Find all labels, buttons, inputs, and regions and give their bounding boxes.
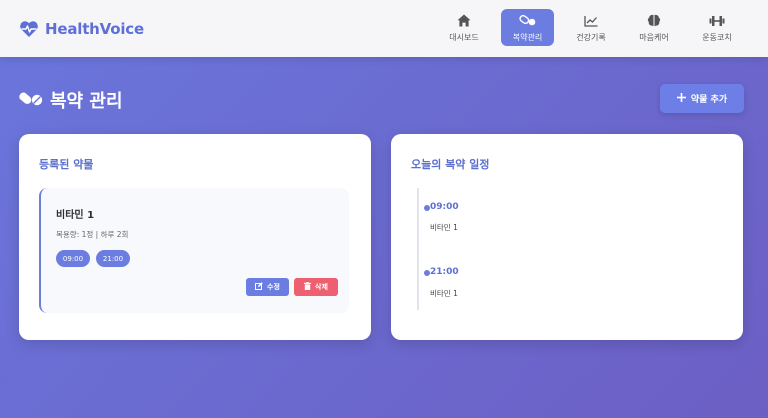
add-medication-label: 약물 추가 (690, 95, 728, 105)
edit-medication-button[interactable]: 수정 (246, 278, 289, 296)
nav-item-label: 운동코치 (702, 32, 732, 42)
schedule-time: 21:00 (430, 267, 459, 277)
schedule-time: 09:00 (430, 202, 459, 212)
dose-time-badge: 21:00 (96, 250, 130, 267)
delete-medication-button[interactable]: 삭제 (294, 278, 338, 296)
add-medication-button[interactable]: 약물 추가 (660, 84, 744, 113)
registered-medications-card: 등록된 약물 비타민 1 복용량: 1정 | 하루 2회 09:00 21:00… (19, 134, 371, 340)
brain-icon (647, 13, 661, 29)
home-icon (457, 13, 471, 29)
nav-item-dashboard[interactable]: 대시보드 (443, 9, 485, 46)
nav-item-health-records[interactable]: 건강기록 (570, 9, 612, 46)
nav-item-label: 복약관리 (512, 32, 543, 42)
page-title: 복약 관리 (18, 86, 123, 114)
card-title: 오늘의 복약 일정 (411, 158, 490, 171)
schedule-medication: 비타민 1 (430, 289, 458, 298)
trash-icon (304, 282, 312, 292)
nav-item-label: 건강기록 (576, 32, 606, 42)
edit-label: 수정 (267, 283, 280, 291)
medication-name: 비타민 1 (56, 210, 95, 221)
card-title: 등록된 약물 (39, 158, 94, 171)
nav-item-exercise-coach[interactable]: 운동코치 (696, 9, 738, 46)
chart-line-icon (584, 13, 598, 29)
nav-item-label: 대시보드 (449, 32, 479, 42)
edit-icon (255, 282, 263, 292)
dumbbell-icon (709, 13, 725, 29)
nav-item-medication[interactable]: 복약관리 (501, 9, 554, 46)
pills-icon (18, 89, 44, 112)
pills-icon (519, 13, 536, 29)
plus-icon (676, 92, 686, 105)
top-navigation-bar: HealthVoice 대시보드 복약관리 건강기록 마음케어 운동코치 (0, 0, 768, 57)
dose-time-badge: 09:00 (56, 250, 90, 267)
delete-label: 삭제 (315, 283, 328, 291)
timeline-line (417, 188, 419, 310)
medication-item: 비타민 1 복용량: 1정 | 하루 2회 09:00 21:00 수정 삭제 (39, 188, 349, 313)
todays-schedule-card: 오늘의 복약 일정 09:00 비타민 1 21:00 비타민 1 (391, 134, 743, 340)
main-nav: 대시보드 복약관리 건강기록 마음케어 운동코치 (0, 9, 768, 49)
nav-item-mind-care[interactable]: 마음케어 (632, 9, 676, 46)
medication-dosage: 복용량: 1정 | 하루 2회 (56, 230, 129, 239)
schedule-medication: 비타민 1 (430, 223, 458, 232)
page-title-text: 복약 관리 (50, 91, 123, 112)
nav-item-label: 마음케어 (639, 32, 669, 42)
